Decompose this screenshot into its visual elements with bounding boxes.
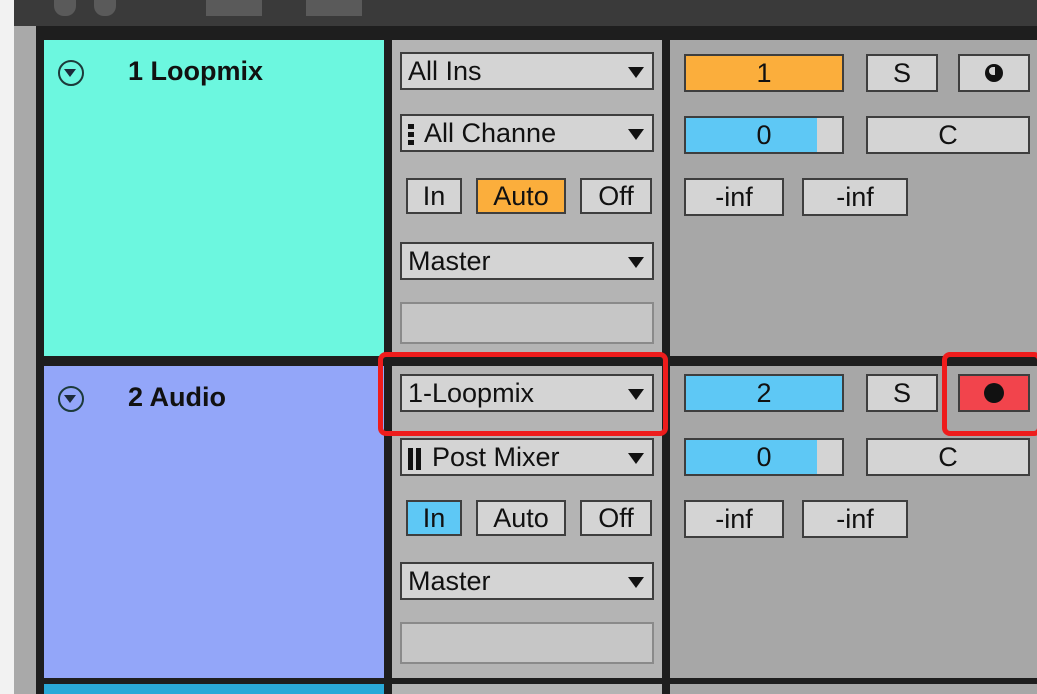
channel-icon — [408, 123, 414, 146]
arm-highlight-box — [942, 352, 1037, 436]
output-dropdown[interactable]: Master — [400, 562, 654, 600]
meter-right-value: -inf — [802, 178, 908, 216]
volume-value: 0 — [756, 120, 772, 150]
fold-chevron-down-icon[interactable] — [58, 60, 84, 86]
toolbar-strip — [14, 0, 1037, 26]
pan-knob[interactable]: C — [866, 438, 1030, 476]
input-channel-dropdown[interactable]: Post Mixer — [400, 438, 654, 476]
toolbar-button-2[interactable] — [306, 0, 362, 16]
back-icon[interactable] — [54, 0, 76, 16]
input-type-dropdown[interactable]: All Ins — [400, 52, 654, 90]
meter-left-value: -inf — [684, 500, 784, 538]
chevron-down-icon — [628, 67, 644, 78]
track-1-io-section: All Ins All Channe In Auto Off Master — [392, 40, 662, 356]
monitor-auto-button[interactable]: Auto — [476, 500, 566, 536]
meter-right-value: -inf — [802, 500, 908, 538]
record-off-icon — [985, 63, 1003, 82]
chevron-down-icon — [628, 577, 644, 588]
solo-button[interactable]: S — [866, 374, 938, 412]
volume-value: 0 — [756, 442, 772, 472]
monitor-auto-button[interactable]: Auto — [476, 178, 566, 214]
monitor-off-button[interactable]: Off — [580, 178, 652, 214]
left-scroll-strip — [14, 26, 36, 694]
meter-left-value: -inf — [684, 178, 784, 216]
output-channel-empty[interactable] — [400, 302, 654, 344]
channel-icon — [408, 447, 422, 470]
monitor-in-button[interactable]: In — [406, 500, 462, 536]
chevron-down-icon — [628, 453, 644, 464]
input-type-label: All Ins — [408, 56, 482, 86]
output-channel-empty[interactable] — [400, 622, 654, 664]
output-dropdown[interactable]: Master — [400, 242, 654, 280]
output-label: Master — [408, 246, 491, 276]
input-channel-label: Post Mixer — [432, 442, 560, 472]
track-activator-button[interactable]: 2 — [684, 374, 844, 412]
input-highlight-box — [378, 352, 668, 436]
track-3-mixer-partial — [670, 684, 1037, 694]
chevron-down-icon — [628, 129, 644, 140]
track-1: 1 Loopmix All Ins All Channe In Auto Off… — [44, 40, 1037, 356]
input-channel-label: All Channe — [424, 118, 557, 148]
track-1-mixer-section: 1 S 0 C -inf -inf — [670, 40, 1037, 356]
pan-knob[interactable]: C — [866, 116, 1030, 154]
track-1-header[interactable]: 1 Loopmix — [44, 40, 384, 356]
track-3-header-partial — [44, 684, 384, 694]
track-2-header[interactable]: 2 Audio — [44, 366, 384, 678]
track-activator-button[interactable]: 1 — [684, 54, 844, 92]
arm-button[interactable] — [958, 54, 1030, 92]
output-label: Master — [408, 566, 491, 596]
chevron-down-icon — [628, 257, 644, 268]
monitor-in-button[interactable]: In — [406, 178, 462, 214]
track-1-name[interactable]: 1 Loopmix — [128, 56, 263, 87]
solo-button[interactable]: S — [866, 54, 938, 92]
volume-slider[interactable]: 0 — [684, 116, 844, 154]
toolbar-button-1[interactable] — [206, 0, 262, 16]
monitor-off-button[interactable]: Off — [580, 500, 652, 536]
track-2-name[interactable]: 2 Audio — [128, 382, 226, 413]
fold-chevron-down-icon[interactable] — [58, 386, 84, 412]
input-channel-dropdown[interactable]: All Channe — [400, 114, 654, 152]
forward-icon[interactable] — [94, 0, 116, 16]
track-3-io-partial — [392, 684, 662, 694]
volume-slider[interactable]: 0 — [684, 438, 844, 476]
